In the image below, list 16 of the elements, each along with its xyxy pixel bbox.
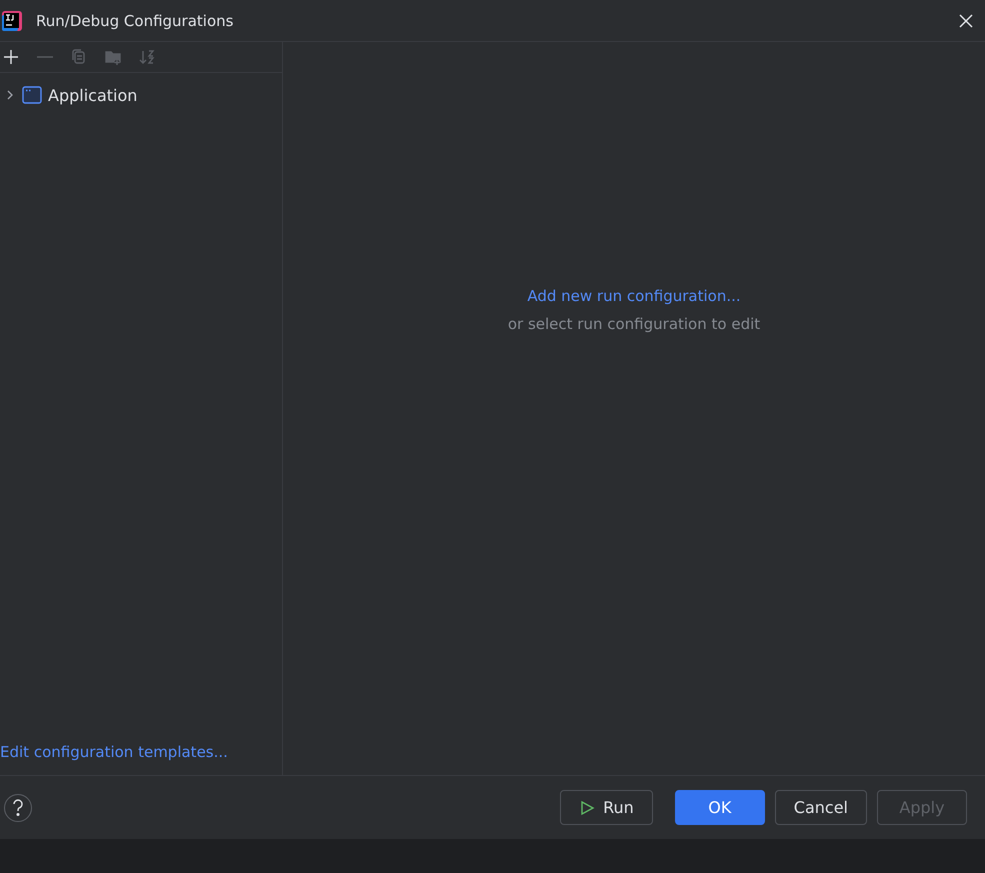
question-mark-icon xyxy=(11,798,25,816)
close-button[interactable] xyxy=(957,12,975,30)
help-button[interactable] xyxy=(4,794,32,822)
window-icon xyxy=(22,86,42,104)
dialog-button[interactable]: Cancel xyxy=(774,790,867,825)
add-configuration-link[interactable]: Add new run configuration... xyxy=(527,287,741,305)
empty-hint: or select run configuration to edit xyxy=(508,315,760,333)
add-icon xyxy=(2,48,20,66)
sort-icon xyxy=(138,48,156,66)
run-button[interactable]: Run xyxy=(560,790,653,825)
app-logo-icon xyxy=(2,10,22,30)
play-icon xyxy=(579,800,596,816)
templates-link[interactable]: Edit configuration templates... xyxy=(0,743,228,761)
window-title: Run/Debug Configurations xyxy=(36,12,234,30)
ok-button[interactable]: OK xyxy=(674,790,765,825)
tree-item[interactable]: Application xyxy=(48,86,138,104)
